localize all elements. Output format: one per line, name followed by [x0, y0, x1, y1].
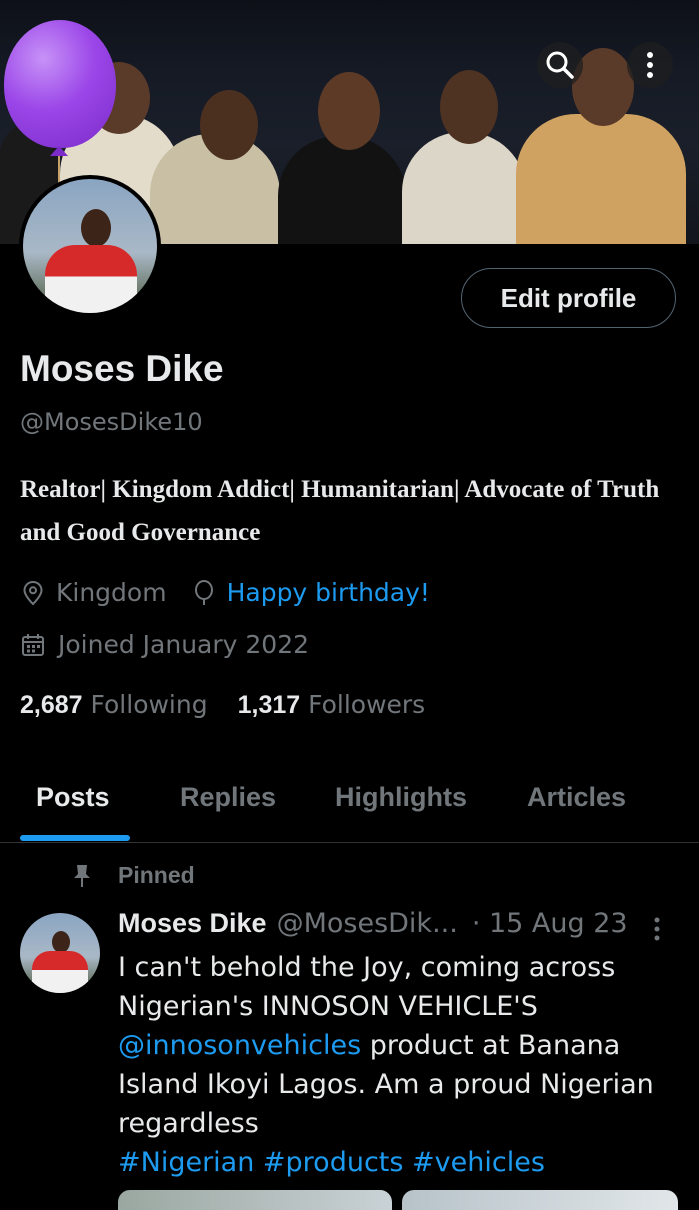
banner-figure [402, 132, 526, 244]
tab-posts[interactable]: Posts [36, 782, 110, 813]
post-body: I can't behold the Joy, coming across Ni… [118, 948, 678, 1182]
location-pin-icon [23, 580, 43, 605]
mention-link[interactable]: @innosonvehicles [118, 1030, 361, 1061]
followers-count: 1,317 [237, 691, 301, 719]
birthday-balloon-icon [4, 20, 116, 148]
profile-bio: Realtor| Kingdom Addict| Humanitarian| A… [20, 476, 660, 546]
profile-tabs: Posts Replies Highlights Articles [0, 770, 699, 843]
pinned-label-row: Pinned [70, 862, 195, 889]
calendar-icon [22, 633, 44, 656]
post-header: Moses Dike @MosesDik... · 15 Aug 23 [118, 908, 628, 939]
banner-figure [318, 72, 380, 150]
followers-link[interactable]: 1,317 Followers [238, 690, 426, 720]
search-icon [546, 51, 574, 79]
profile-avatar[interactable] [19, 175, 161, 317]
pin-icon [74, 864, 90, 887]
tab-replies[interactable]: Replies [180, 782, 276, 813]
profile-stats: 2,687 Following 1,317 Followers [20, 690, 425, 720]
profile-meta-row: Joined January 2022 [20, 630, 309, 659]
post-more-button[interactable] [652, 916, 662, 948]
following-link[interactable]: 2,687 Following [20, 690, 208, 720]
edit-profile-button[interactable]: Edit profile [461, 268, 676, 328]
more-vertical-icon [647, 52, 653, 78]
hashtag-links[interactable]: #Nigerian #products #vehicles [118, 1147, 545, 1178]
following-label: Following [90, 690, 208, 719]
profile-joined-date: Joined January 2022 [58, 630, 310, 659]
post-date[interactable]: · 15 Aug 23 [472, 908, 628, 939]
banner-figure [278, 136, 406, 244]
more-vertical-icon [654, 917, 660, 941]
post-author-handle[interactable]: @MosesDik... [277, 908, 458, 939]
tab-highlights[interactable]: Highlights [335, 782, 467, 813]
profile-meta-row: Kingdom Happy birthday! [20, 578, 430, 607]
birthday-link[interactable]: Happy birthday! [227, 578, 430, 607]
profile-location: Kingdom [56, 578, 167, 607]
banner-figure [440, 70, 498, 144]
banner-figure [200, 90, 258, 160]
pinned-label: Pinned [118, 862, 195, 888]
following-count: 2,687 [20, 691, 83, 719]
avatar-photo [23, 179, 157, 313]
balloon-knot [50, 146, 68, 156]
more-options-button[interactable] [627, 42, 673, 88]
active-tab-indicator [20, 835, 130, 841]
post-media-preview[interactable] [118, 1190, 678, 1210]
profile-name: Moses Dike [20, 348, 224, 389]
balloon-icon [194, 579, 213, 605]
banner-figure [516, 114, 686, 244]
followers-label: Followers [308, 690, 426, 719]
profile-handle: @MosesDike10 [20, 408, 203, 436]
post-text: I can't behold the Joy, coming across Ni… [118, 952, 616, 1022]
post-author-name[interactable]: Moses Dike [118, 908, 267, 939]
post-author-avatar[interactable] [20, 913, 100, 993]
search-button[interactable] [537, 42, 583, 88]
tab-articles[interactable]: Articles [527, 782, 626, 813]
